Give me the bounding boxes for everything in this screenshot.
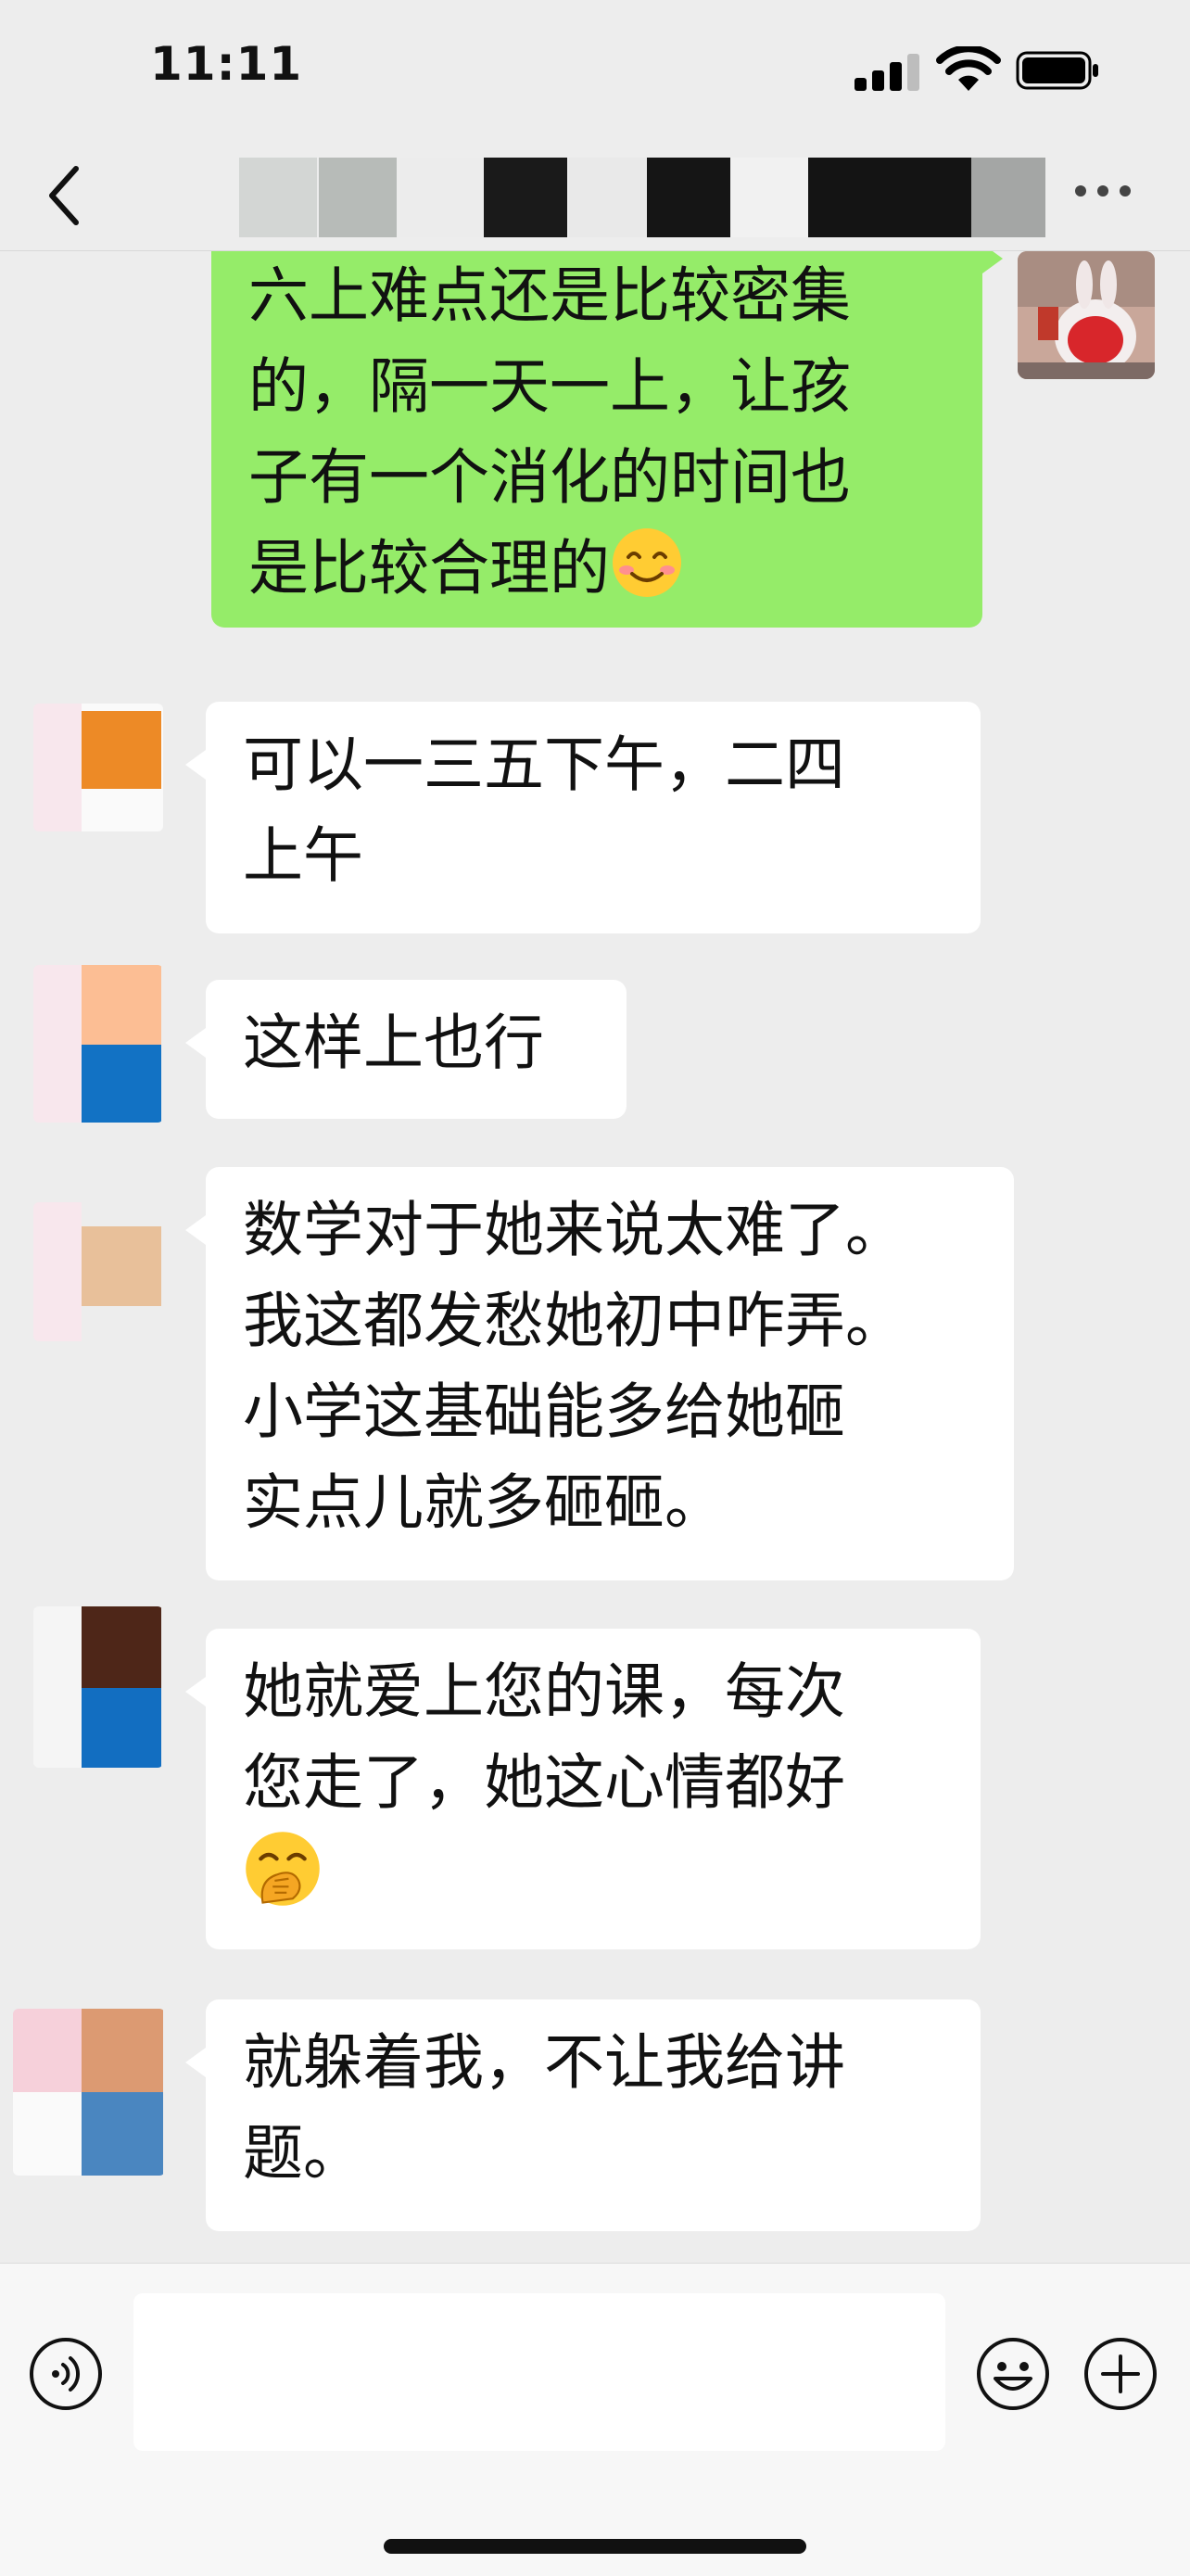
message-line: 六上难点还是比较密集 (248, 261, 852, 331)
message-line: 她就爱上您的课，每次 (243, 1657, 846, 1727)
message-line: 的，隔一天一上，让孩 (248, 352, 852, 422)
message-line: 您走了，她这心情都好 (243, 1748, 846, 1818)
chat-title-blurred (239, 158, 1045, 237)
message-list[interactable]: 六上难点还是比较密集 的，隔一天一上，让孩 子有一个消化的时间也 是比较合理的 … (0, 251, 1190, 2263)
message-text-input[interactable] (133, 2293, 945, 2451)
message-line: 上午 (243, 821, 364, 891)
battery-icon (1016, 51, 1098, 90)
outgoing-message-bubble[interactable]: 六上难点还是比较密集 的，隔一天一上，让孩 子有一个消化的时间也 是比较合理的 (211, 251, 1003, 628)
contact-avatar[interactable] (33, 704, 163, 831)
incoming-message-bubble[interactable]: 数学对于她来说太难了。 我这都发愁她初中咋弄。 小学这基础能多给她砸 实点儿就多… (185, 1167, 1014, 1580)
status-time: 11:11 (150, 37, 303, 91)
message-line: 题。 (243, 2119, 364, 2189)
lucky-cat-figurine-image (1018, 251, 1155, 379)
more-options-icon[interactable] (1073, 176, 1138, 204)
message-line: 我这都发愁她初中咋弄。 (243, 1287, 906, 1356)
message-line: 就躲着我，不让我给讲 (243, 2028, 846, 2098)
incoming-message-bubble[interactable]: 她就爱上您的课，每次 您走了，她这心情都好 (185, 1629, 981, 1949)
incoming-message-bubble[interactable]: 这样上也行 (185, 980, 627, 1119)
smiling-face-emoji-icon (613, 528, 682, 597)
message-input-bar (0, 2263, 1190, 2576)
back-chevron-icon[interactable] (41, 163, 87, 228)
message-line: 数学对于她来说太难了。 (243, 1196, 906, 1265)
message-line: 子有一个消化的时间也 (248, 443, 852, 513)
incoming-message-bubble[interactable]: 可以一三五下午，二四 上午 (185, 702, 981, 933)
status-bar: 11:11 (0, 0, 1190, 139)
home-indicator (384, 2539, 806, 2554)
contact-avatar[interactable] (13, 2009, 165, 2176)
message-line: 是比较合理的 (248, 534, 611, 603)
my-avatar[interactable] (1018, 251, 1155, 379)
incoming-message-bubble[interactable]: 就躲着我，不让我给讲 题。 (185, 1999, 981, 2231)
contact-avatar[interactable] (33, 1606, 163, 1768)
message-line: 这样上也行 (243, 1009, 545, 1078)
cellular-signal-icon (855, 54, 921, 91)
chat-header (0, 139, 1190, 251)
wifi-icon (936, 46, 1001, 91)
hand-over-mouth-emoji-icon (246, 1832, 320, 1906)
emoji-picker-icon[interactable] (975, 2336, 1051, 2412)
message-line: 实点儿就多砸砸。 (243, 1468, 726, 1538)
contact-avatar[interactable] (33, 1202, 163, 1341)
contact-avatar[interactable] (33, 965, 163, 1123)
voice-input-icon[interactable] (28, 2336, 104, 2412)
message-line: 可以一三五下午，二四 (243, 730, 846, 800)
more-functions-plus-icon[interactable] (1082, 2336, 1158, 2412)
message-line: 小学这基础能多给她砸 (243, 1377, 846, 1447)
